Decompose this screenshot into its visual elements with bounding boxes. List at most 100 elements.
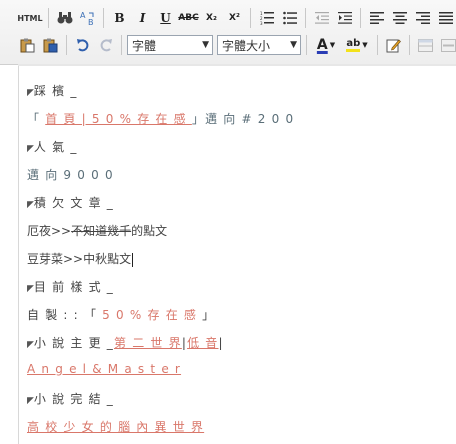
text-suffix: 的點文: [131, 224, 168, 238]
chevron-down-icon: ▼: [290, 40, 297, 50]
toolbar-separator: [103, 8, 104, 28]
text-rest: 邁 向 # 2 0 0: [205, 112, 295, 126]
toolbar-separator: [377, 35, 378, 55]
text-cursor: [132, 252, 134, 267]
align-center-button[interactable]: [389, 8, 410, 29]
chevron-down-icon: ▼: [362, 41, 368, 49]
novel-link-second-world[interactable]: 第 二 世 界: [114, 336, 182, 350]
clipboard-icon: [20, 38, 35, 52]
novel-link-bass[interactable]: 低 音: [187, 336, 218, 350]
pencil-note-icon: [386, 39, 401, 52]
font-size-select[interactable]: 字體大小 ▼: [217, 35, 301, 55]
horizontal-rule-button[interactable]: [438, 35, 456, 56]
superscript-button[interactable]: X²: [224, 8, 245, 29]
align-right-button[interactable]: [412, 8, 433, 29]
section-heading: ◤目 前 樣 式 _: [27, 278, 114, 295]
subscript-button[interactable]: X₂: [201, 8, 222, 29]
text-line: A n g e l & M a s t e r: [27, 362, 181, 376]
toolbar-row-2: 字體 ▼ 字體大小 ▼ A ▼ ab ▼: [17, 33, 456, 57]
corner-marker-icon: ◤: [27, 284, 34, 294]
align-right-icon: [415, 12, 430, 24]
heading-text: 人 氣 _: [33, 140, 78, 154]
align-justify-button[interactable]: [435, 8, 456, 29]
svg-text:B: B: [88, 18, 94, 26]
underline-button[interactable]: U: [155, 8, 176, 29]
redo-button[interactable]: [95, 35, 116, 56]
align-justify-icon: [438, 12, 453, 24]
novel-link-completed[interactable]: 高 校 少 女 的 腦 內 異 世 界: [27, 420, 204, 434]
outdent-icon: [314, 12, 329, 24]
undo-button[interactable]: [72, 35, 93, 56]
homepage-link[interactable]: 首 頁 | 5 0 % 存 在 感: [45, 112, 192, 126]
horizontal-rule-icon: [441, 38, 456, 52]
text-line: 「 首 頁 | 5 0 % 存 在 感 」邁 向 # 2 0 0: [27, 110, 294, 127]
table-button[interactable]: [415, 35, 436, 56]
html-label: HTML: [17, 13, 43, 23]
link-separator: |: [218, 336, 224, 350]
toolbar-separator: [121, 35, 122, 55]
replace-icon: A B: [80, 11, 94, 26]
style-name-text: 5 0 % 存 在 感: [102, 308, 198, 322]
section-heading: ◤積 欠 文 章 _: [27, 194, 114, 211]
toolbar-separator: [306, 35, 307, 55]
paste-word-icon: [43, 38, 58, 52]
highlight-color-button[interactable]: ab ▼: [342, 35, 372, 56]
text-line: 自 製 : : 「 5 0 % 存 在 感 」: [27, 306, 215, 323]
bullet-list-button[interactable]: [279, 8, 300, 29]
toolbar-separator: [66, 35, 67, 55]
editor-content-area[interactable]: ◤踩 檳 _ 「 首 頁 | 5 0 % 存 在 感 」邁 向 # 2 0 0 …: [18, 66, 456, 444]
struck-text: 不知道幾千: [71, 224, 132, 238]
paste-word-button[interactable]: [40, 35, 61, 56]
chevron-down-icon: ▼: [202, 40, 209, 50]
bold-button[interactable]: B: [109, 8, 130, 29]
rich-text-editor: HTML A B B I U ABC X₂ X² 1 2 3 字體 ▼ 字體大小…: [0, 0, 456, 444]
toolbar-separator: [250, 8, 251, 28]
font-size-value: 字體大小: [222, 38, 271, 53]
bracket-close: 」: [191, 112, 206, 126]
corner-marker-icon: ◤: [27, 396, 34, 406]
undo-icon: [76, 39, 88, 52]
html-source-button[interactable]: HTML: [17, 8, 43, 29]
bullet-list-icon: [282, 11, 297, 25]
heading-text: 目 前 樣 式 _: [33, 280, 114, 294]
svg-text:3: 3: [260, 21, 263, 25]
align-center-icon: [392, 12, 407, 24]
italic-button[interactable]: I: [132, 8, 153, 29]
indent-button[interactable]: [334, 8, 355, 29]
font-family-value: 字體: [132, 38, 157, 53]
toolbar-separator: [409, 35, 410, 55]
paste-button[interactable]: [17, 35, 38, 56]
binoculars-icon: [57, 12, 72, 24]
numbered-list-button[interactable]: 1 2 3: [256, 8, 277, 29]
bracket-open: 「: [27, 112, 46, 126]
text-line: 高 校 少 女 的 腦 內 異 世 界: [27, 418, 204, 435]
corner-marker-icon: ◤: [27, 144, 34, 154]
current-line-text: 豆芽菜>>中秋點文: [27, 252, 132, 266]
editor-toolbar: HTML A B B I U ABC X₂ X² 1 2 3 字體 ▼ 字體大小…: [0, 0, 456, 65]
font-color-button[interactable]: A ▼: [312, 35, 340, 56]
svg-text:A: A: [80, 11, 86, 20]
toolbar-separator: [360, 8, 361, 28]
strikethrough-button[interactable]: ABC: [178, 8, 199, 29]
indent-icon: [337, 12, 352, 24]
chevron-down-icon: ▼: [329, 41, 336, 49]
text-suffix: 」: [197, 308, 216, 322]
section-heading: ◤小 說 主 更 _第 二 世 界|低 音|: [27, 334, 224, 351]
text-prefix: 自 製 : : 「: [27, 308, 103, 322]
highlighter-icon: ab: [346, 38, 361, 52]
outdent-button[interactable]: [311, 8, 332, 29]
corner-marker-icon: ◤: [27, 200, 34, 210]
heading-text: 積 欠 文 章 _: [33, 196, 114, 210]
find-button[interactable]: [54, 8, 75, 29]
heading-text: 小 說 完 結 _: [33, 392, 114, 406]
font-family-select[interactable]: 字體 ▼: [127, 35, 213, 55]
font-color-icon: A: [316, 37, 328, 53]
edit-source-button[interactable]: [383, 35, 404, 56]
section-heading: ◤踩 檳 _: [27, 82, 78, 99]
novel-link-angel-master[interactable]: A n g e l & M a s t e r: [27, 362, 181, 376]
corner-marker-icon: ◤: [27, 88, 34, 98]
text-prefix: 厄夜>>: [27, 224, 72, 238]
align-left-button[interactable]: [366, 8, 387, 29]
replace-button[interactable]: A B: [77, 8, 98, 29]
text-line: 邁 向 9 0 0 0: [27, 168, 114, 182]
